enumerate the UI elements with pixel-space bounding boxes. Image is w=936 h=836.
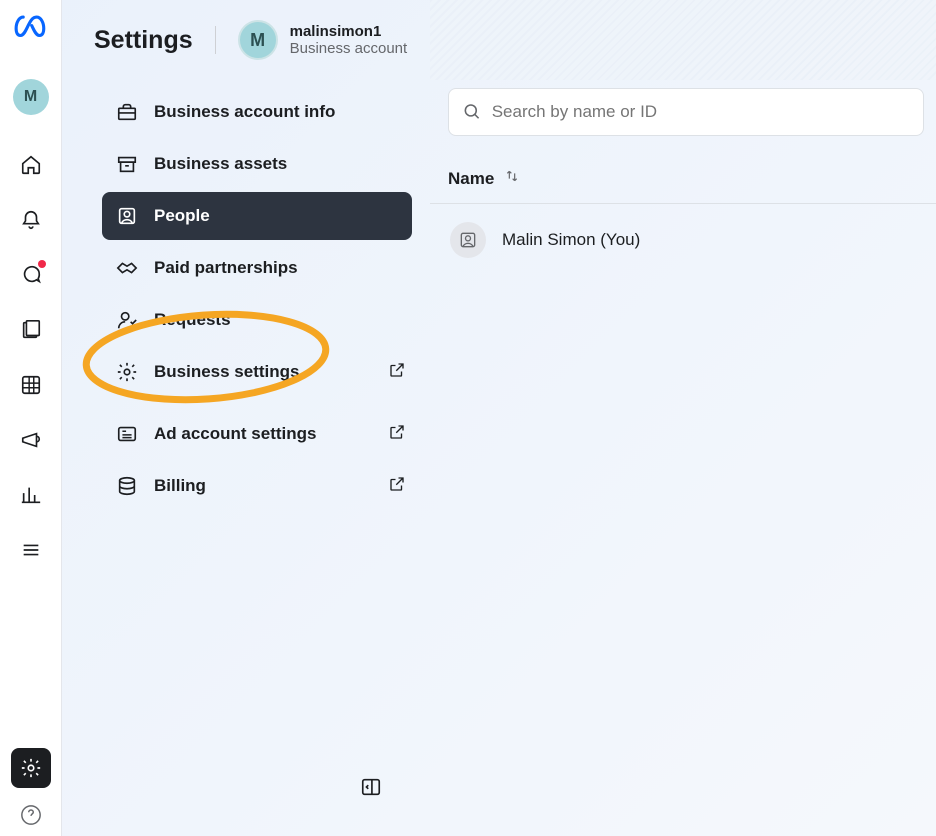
collapse-sidebar-icon[interactable] — [360, 776, 382, 798]
sidebar-item-billing[interactable]: Billing — [102, 462, 412, 510]
bell-icon[interactable] — [19, 208, 43, 232]
table-header: Name — [430, 158, 936, 204]
external-link-icon — [388, 423, 406, 446]
archive-icon — [116, 153, 138, 175]
person-check-icon — [116, 309, 138, 331]
column-header-name[interactable]: Name — [448, 169, 494, 189]
meta-logo-icon[interactable] — [14, 10, 48, 49]
sidebar-item-business-settings[interactable]: Business settings — [102, 348, 412, 396]
search-box[interactable] — [448, 88, 924, 136]
page-title: Settings — [94, 26, 193, 55]
sidebar-item-ad-account-settings[interactable]: Ad account settings — [102, 410, 412, 458]
sidebar-item-label: Business account info — [154, 102, 335, 122]
menu-icon[interactable] — [19, 538, 43, 562]
search-icon — [463, 102, 482, 122]
person-name: Malin Simon (You) — [502, 230, 640, 250]
people-icon — [116, 205, 138, 227]
sidebar-item-label: Business assets — [154, 154, 287, 174]
sidebar-item-requests[interactable]: Requests — [102, 296, 412, 344]
handshake-icon — [116, 257, 138, 279]
global-icon-rail: M — [0, 0, 62, 836]
sidebar-item-business-account-info[interactable]: Business account info — [102, 88, 412, 136]
sidebar-item-business-assets[interactable]: Business assets — [102, 140, 412, 188]
gear-icon — [116, 361, 138, 383]
person-avatar-icon — [450, 222, 486, 258]
sidebar-item-label: People — [154, 206, 210, 226]
table-row[interactable]: Malin Simon (You) — [430, 204, 936, 276]
pages-icon[interactable] — [19, 318, 43, 342]
billing-icon — [116, 475, 138, 497]
grid-icon[interactable] — [19, 373, 43, 397]
sidebar-item-people[interactable]: People — [102, 192, 412, 240]
briefcase-icon — [116, 101, 138, 123]
account-type: Business account — [290, 40, 408, 57]
settings-sidebar: Settings M malinsimon1 Business account … — [62, 0, 430, 836]
sidebar-item-label: Paid partnerships — [154, 258, 298, 278]
divider — [215, 26, 216, 54]
rail-avatar[interactable]: M — [13, 79, 49, 115]
external-link-icon — [388, 475, 406, 498]
external-link-icon — [388, 361, 406, 384]
chat-icon[interactable] — [19, 263, 43, 287]
sidebar-item-label: Requests — [154, 310, 231, 330]
sort-icon[interactable] — [504, 168, 520, 189]
sidebar-item-label: Billing — [154, 476, 206, 496]
insights-icon[interactable] — [19, 483, 43, 507]
account-avatar: M — [238, 20, 278, 60]
card-icon — [116, 423, 138, 445]
megaphone-icon[interactable] — [19, 428, 43, 452]
home-icon[interactable] — [19, 153, 43, 177]
account-selector[interactable]: M malinsimon1 Business account — [238, 20, 408, 60]
search-input[interactable] — [492, 102, 909, 122]
sidebar-item-label: Business settings — [154, 362, 300, 382]
help-icon[interactable] — [20, 804, 42, 826]
settings-gear-button[interactable] — [11, 748, 51, 788]
account-name: malinsimon1 — [290, 23, 408, 40]
sidebar-item-label: Ad account settings — [154, 424, 316, 444]
main-content: Name Malin Simon (You) — [430, 0, 936, 836]
sidebar-item-paid-partnerships[interactable]: Paid partnerships — [102, 244, 412, 292]
notification-badge — [38, 260, 46, 268]
